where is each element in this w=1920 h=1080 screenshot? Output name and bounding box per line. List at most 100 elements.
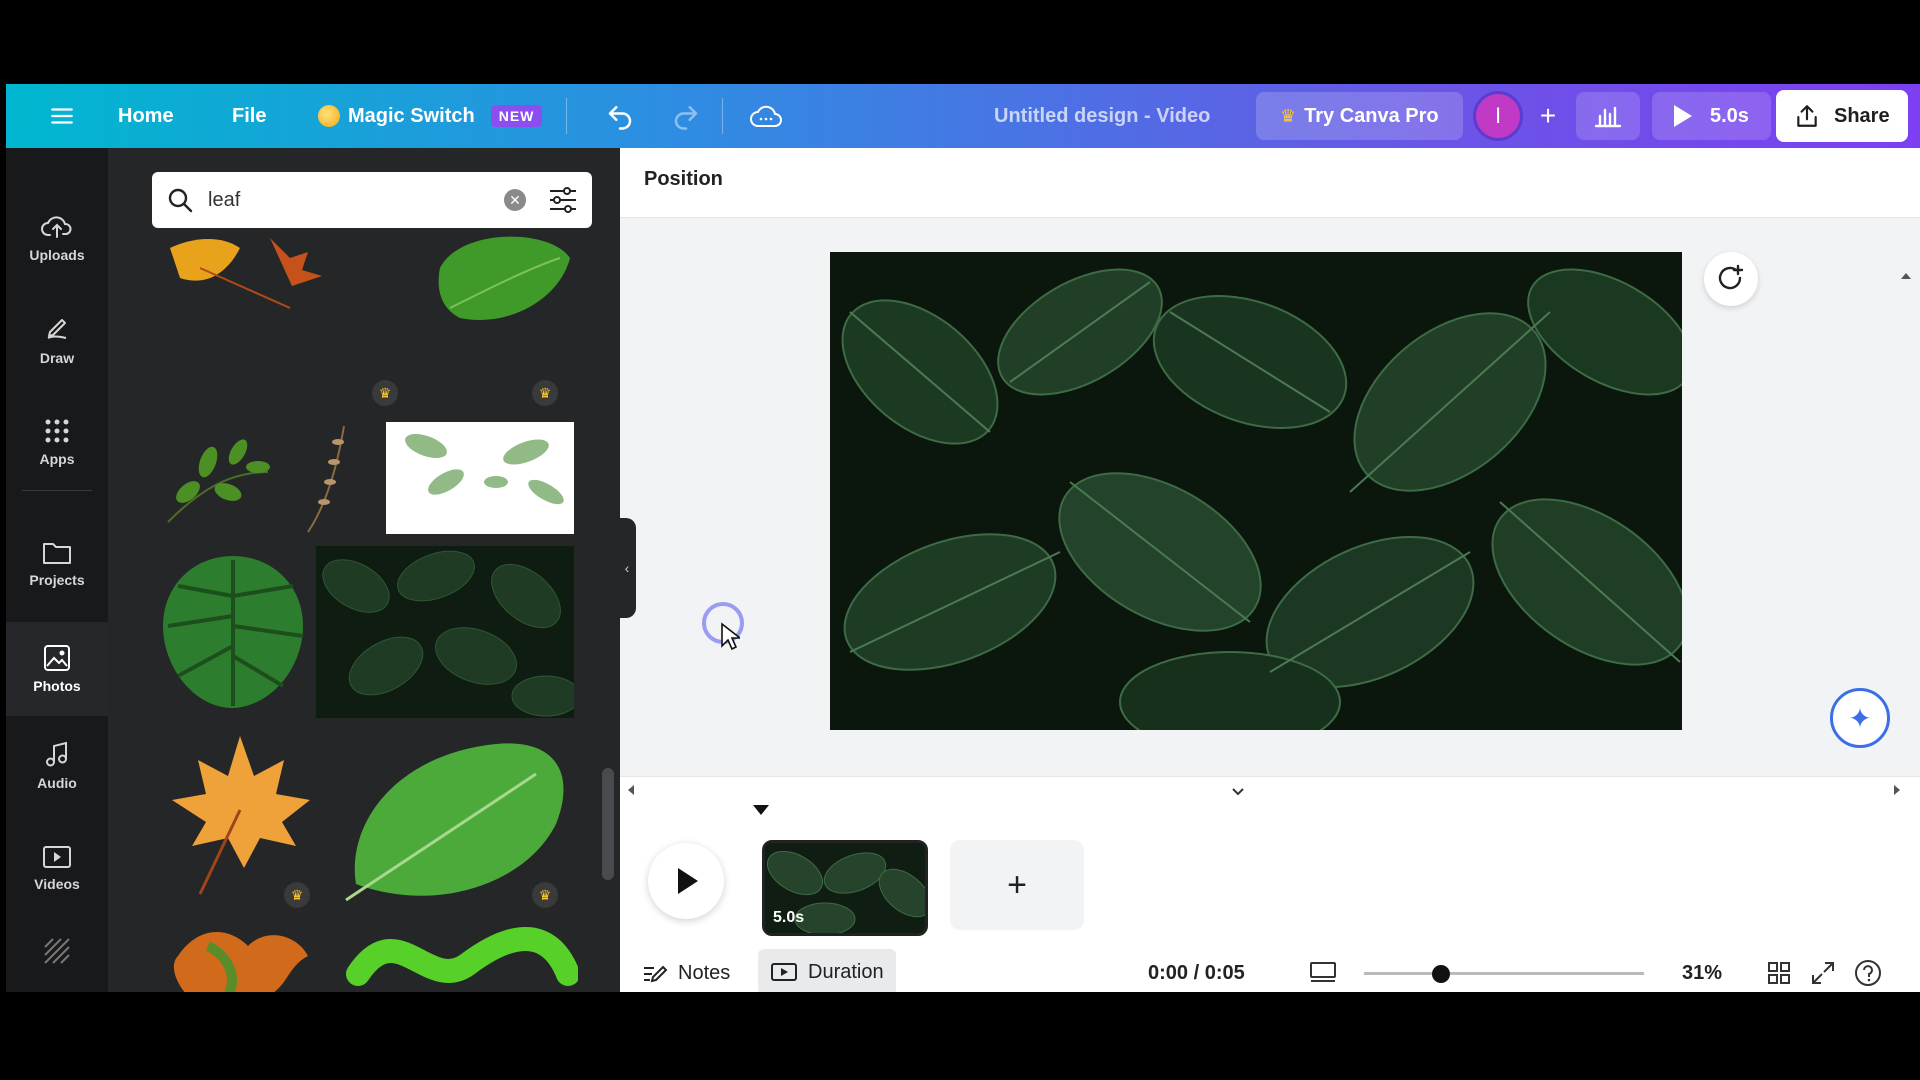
leaf-photo-green-oval[interactable] — [336, 734, 576, 904]
photo-icon — [44, 645, 70, 671]
leaf-photo-green-round[interactable] — [420, 228, 580, 328]
scroll-left-icon[interactable] — [624, 783, 638, 797]
side-rail: Uploads Draw Apps Projects Photos Audio … — [6, 148, 108, 992]
rail-label: Photos — [33, 678, 81, 694]
undo-button[interactable] — [600, 84, 640, 148]
leaf-photo-oak[interactable] — [158, 916, 318, 992]
chevron-down-icon[interactable] — [1230, 785, 1246, 799]
leaf-photo-white-bg[interactable] — [386, 422, 574, 534]
magic-assistant-button[interactable]: ✦ — [1830, 688, 1890, 748]
timecode: 0:00 / 0:05 — [1148, 961, 1245, 984]
play-icon — [678, 868, 698, 894]
clear-search-icon[interactable]: ✕ — [504, 189, 526, 211]
hamburger-icon — [51, 108, 73, 124]
mouse-pointer-icon — [721, 622, 740, 650]
share-button[interactable]: Share — [1776, 90, 1908, 142]
playhead-marker-icon[interactable] — [752, 801, 770, 817]
leaf-photo-green-swirl[interactable] — [338, 914, 578, 992]
rail-item-audio[interactable]: Audio — [6, 726, 108, 806]
timeline-clip[interactable]: 5.0s — [762, 840, 928, 936]
rail-item-videos[interactable]: Videos — [6, 828, 108, 908]
photos-panel: leaf ✕ ♛ ♛ ♛ ♛ — [108, 148, 620, 992]
clip-duration: 5.0s — [773, 909, 805, 926]
try-canva-pro-button[interactable]: ♛ Try Canva Pro — [1256, 92, 1463, 140]
upload-cloud-icon — [41, 216, 72, 238]
rail-item-projects[interactable]: Projects — [6, 524, 108, 604]
apps-grid-icon — [45, 419, 69, 443]
leaf-photo-branch[interactable] — [158, 422, 280, 534]
music-icon — [46, 741, 67, 767]
save-status-button[interactable] — [746, 84, 786, 148]
expand-icon — [1812, 962, 1834, 984]
position-button[interactable]: Position — [644, 168, 723, 191]
rail-label: Audio — [37, 775, 77, 791]
rail-item-background[interactable] — [6, 924, 108, 984]
magic-switch-button[interactable]: Magic Switch NEW — [318, 84, 543, 148]
leaf-photo-autumn-1[interactable] — [160, 228, 340, 318]
collapse-panel-button[interactable]: ‹ — [618, 518, 636, 618]
top-bar: Home File Magic Switch NEW Untitled desi… — [6, 84, 1920, 148]
rail-label: Apps — [39, 451, 75, 467]
bottom-toolbar: Notes Duration 0:00 / 0:05 31% — [620, 949, 1920, 992]
panel-scrollbar[interactable] — [602, 768, 614, 880]
folder-icon — [43, 543, 71, 564]
page-view-icon — [1310, 962, 1336, 982]
draw-icon — [47, 319, 67, 339]
dark-leaves-image — [830, 252, 1682, 730]
insights-button[interactable] — [1576, 92, 1640, 140]
menu-button[interactable] — [42, 84, 82, 148]
file-menu[interactable]: File — [232, 84, 266, 148]
pro-crown-icon: ♛ — [532, 882, 558, 908]
context-toolbar: Position — [620, 148, 1920, 218]
add-page-button[interactable]: + — [950, 840, 1084, 930]
page-view-button[interactable] — [1308, 953, 1338, 992]
share-label: Share — [1834, 104, 1890, 127]
help-button[interactable] — [1854, 953, 1882, 992]
notes-pencil-icon — [644, 965, 668, 983]
avatar-button[interactable]: I — [1470, 84, 1526, 148]
fullscreen-button[interactable] — [1810, 953, 1836, 992]
magic-switch-label: Magic Switch — [348, 104, 475, 127]
divider — [722, 98, 723, 134]
duration-icon — [771, 963, 797, 981]
redo-button[interactable] — [666, 84, 706, 148]
crown-icon: ♛ — [1280, 105, 1297, 126]
cloud-icon — [750, 105, 782, 127]
duration-label: Duration — [808, 960, 884, 983]
magic-orb-icon — [318, 105, 340, 127]
refresh-button[interactable] — [1704, 252, 1758, 306]
design-title[interactable]: Untitled design - Video — [994, 84, 1210, 148]
try-pro-label: Try Canva Pro — [1304, 104, 1439, 127]
zoom-slider-track[interactable] — [1364, 972, 1644, 975]
leaf-photo-dark-foliage[interactable] — [316, 546, 574, 718]
grid-icon — [1768, 962, 1790, 984]
notes-label: Notes — [678, 961, 731, 984]
duration-button[interactable]: Duration — [758, 949, 896, 992]
notes-button[interactable]: Notes — [642, 953, 730, 992]
scroll-up-icon[interactable] — [1898, 268, 1914, 284]
rail-item-draw[interactable]: Draw — [6, 300, 108, 380]
rail-item-uploads[interactable]: Uploads — [6, 198, 108, 278]
leaf-photo-maple[interactable] — [160, 730, 320, 896]
leaf-photo-monstera[interactable] — [158, 546, 308, 718]
present-button[interactable]: 5.0s — [1652, 92, 1771, 140]
leaf-photo-fern[interactable] — [298, 422, 358, 534]
rail-label: Projects — [29, 572, 85, 588]
search-input[interactable]: leaf — [208, 189, 504, 212]
rail-item-photos[interactable]: Photos — [6, 622, 108, 716]
design-canvas-page[interactable] — [830, 252, 1682, 730]
sparkle-icon: ✦ — [1848, 702, 1872, 734]
zoom-percentage[interactable]: 31% — [1682, 953, 1722, 992]
background-pattern-icon — [44, 938, 70, 964]
search-bar[interactable]: leaf ✕ — [152, 172, 592, 228]
zoom-slider-thumb[interactable] — [1432, 965, 1450, 983]
plus-icon: + — [1539, 100, 1557, 131]
filter-sliders-icon[interactable] — [548, 186, 578, 214]
invite-button[interactable]: + — [1528, 84, 1568, 148]
canva-editor: Home File Magic Switch NEW Untitled desi… — [6, 84, 1920, 992]
rail-item-apps[interactable]: Apps — [6, 402, 108, 482]
home-link[interactable]: Home — [118, 84, 174, 148]
play-button[interactable] — [648, 843, 724, 919]
grid-view-button[interactable] — [1766, 953, 1792, 992]
scroll-right-icon[interactable] — [1890, 783, 1904, 797]
